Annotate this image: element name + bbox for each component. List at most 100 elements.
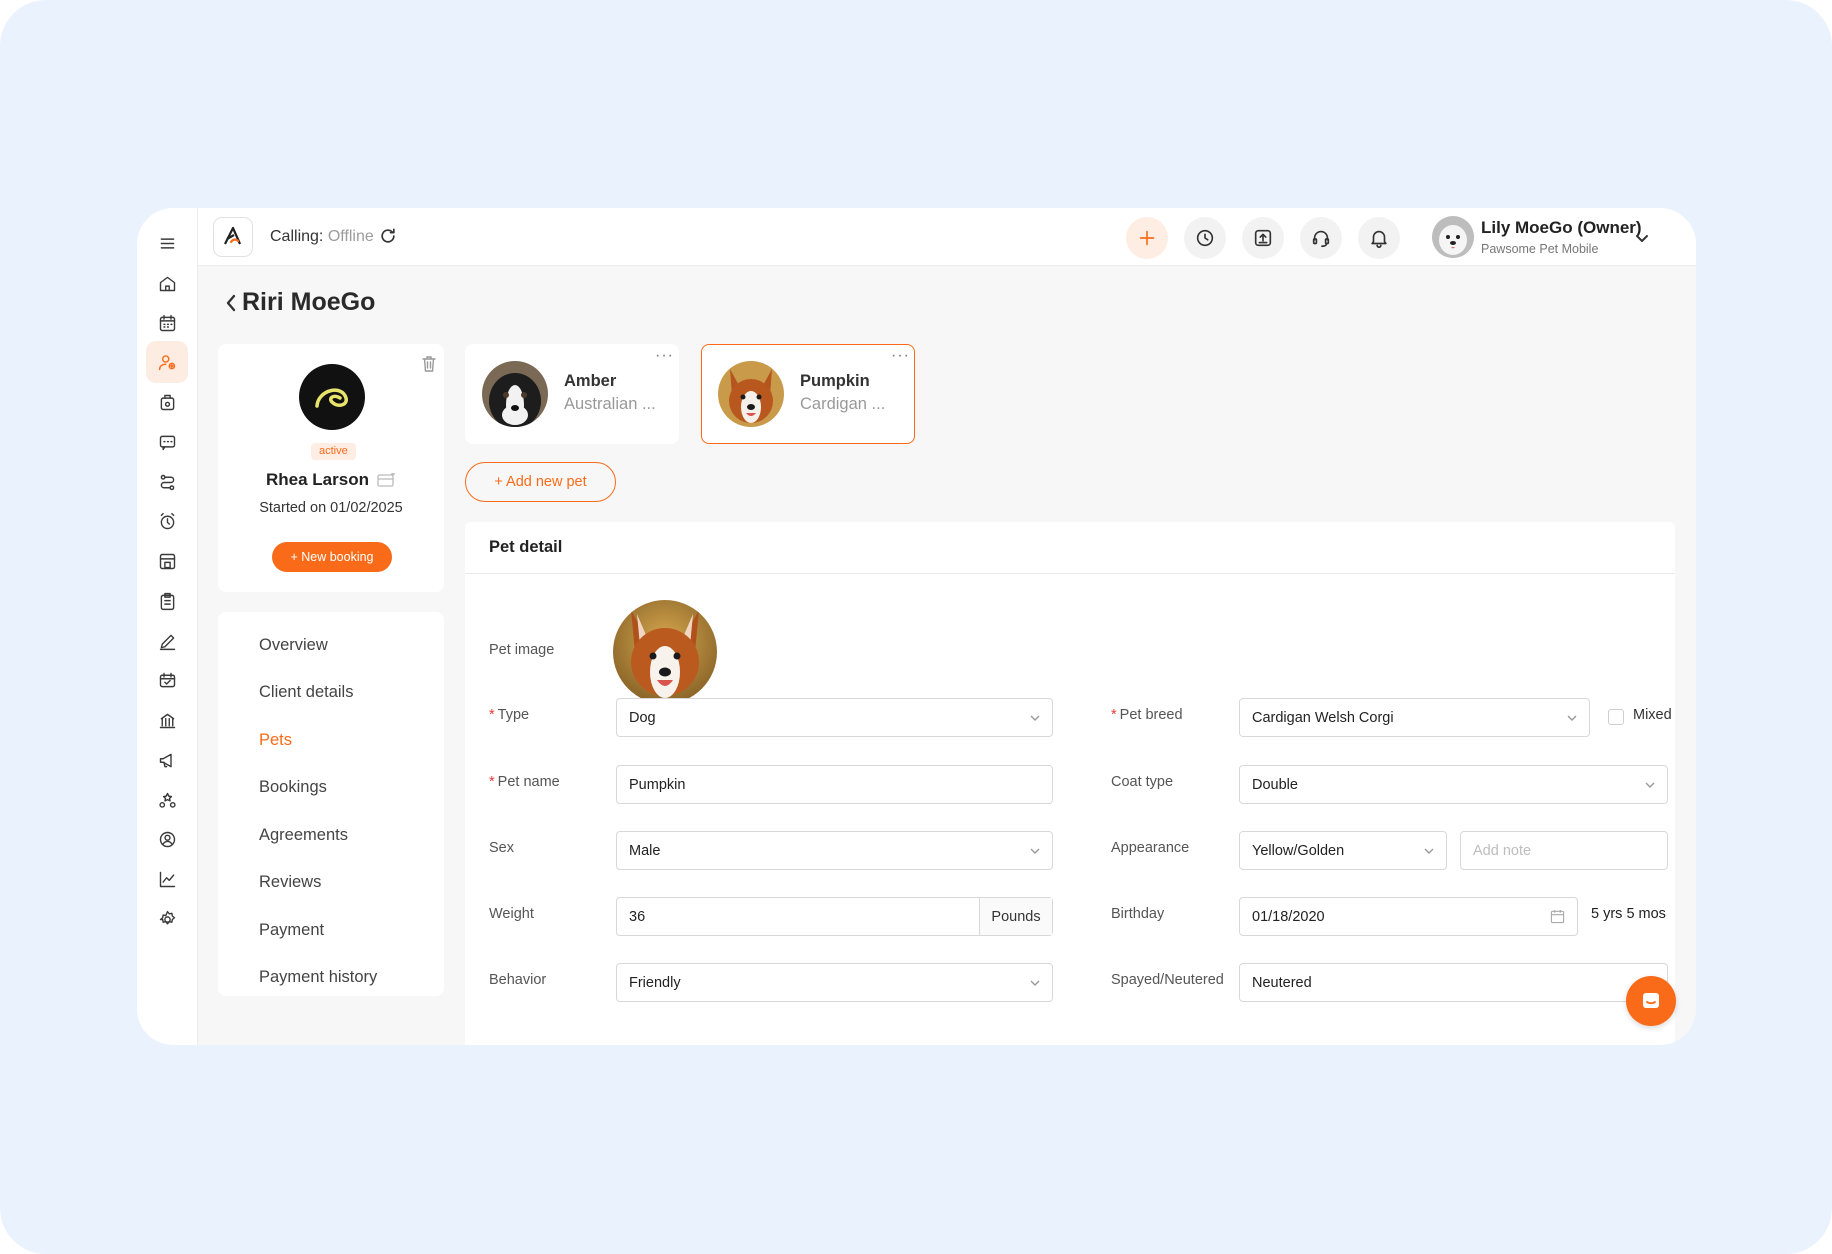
back-arrow-icon[interactable] bbox=[223, 293, 239, 313]
behavior-select[interactable]: Friendly bbox=[616, 963, 1053, 1002]
more-options-icon[interactable]: ··· bbox=[655, 347, 674, 365]
pet-photo-amber bbox=[482, 361, 548, 427]
calendar-icon[interactable] bbox=[146, 302, 188, 344]
breed-select[interactable]: Cardigan Welsh Corgi bbox=[1239, 698, 1590, 737]
nav-payment[interactable]: Payment bbox=[259, 921, 324, 940]
awards-icon[interactable] bbox=[146, 779, 188, 821]
nav-reviews[interactable]: Reviews bbox=[259, 873, 321, 892]
route-icon[interactable] bbox=[146, 461, 188, 503]
client-card: active Rhea Larson Started on 01/02/2025… bbox=[218, 344, 444, 592]
pet-photo-pumpkin bbox=[718, 361, 784, 427]
quick-add-button[interactable] bbox=[1126, 217, 1168, 259]
weight-value: 36 bbox=[629, 908, 646, 925]
pets-bag-icon[interactable] bbox=[146, 381, 188, 423]
pet-card-amber[interactable]: Amber Australian ... ··· bbox=[465, 344, 679, 444]
birthday-label: Birthday bbox=[1111, 906, 1165, 922]
dog-avatar-icon bbox=[1432, 216, 1474, 258]
upload-icon bbox=[1254, 229, 1272, 247]
pet-name-value: Pumpkin bbox=[629, 776, 686, 793]
chevron-down-icon[interactable] bbox=[1634, 230, 1650, 246]
chat-icon bbox=[1643, 993, 1659, 1008]
new-booking-button[interactable]: + New booking bbox=[272, 542, 392, 572]
sex-select[interactable]: Male bbox=[616, 831, 1053, 870]
appearance-note-input[interactable]: Add note bbox=[1460, 831, 1668, 870]
chevron-down-icon bbox=[1030, 715, 1040, 721]
client-logo-icon bbox=[315, 388, 348, 408]
menu-icon[interactable] bbox=[146, 222, 188, 264]
appearance-label: Appearance bbox=[1111, 840, 1190, 856]
top-bar: Calling: Offline Lily MoeGo (Owner) Paws… bbox=[198, 208, 1696, 266]
type-select[interactable]: Dog bbox=[616, 698, 1053, 737]
nav-pets[interactable]: Pets bbox=[259, 731, 292, 750]
megaphone-icon[interactable] bbox=[146, 739, 188, 781]
app-logo[interactable] bbox=[213, 217, 253, 257]
type-value: Dog bbox=[629, 709, 656, 726]
user-name[interactable]: Lily MoeGo (Owner) bbox=[1481, 218, 1642, 238]
more-options-icon[interactable]: ··· bbox=[891, 347, 910, 365]
clipboard-icon[interactable] bbox=[146, 580, 188, 622]
appearance-note-placeholder: Add note bbox=[1473, 842, 1532, 859]
birthday-picker[interactable]: 01/18/2020 bbox=[1239, 897, 1578, 936]
clients-icon[interactable] bbox=[146, 341, 188, 383]
coat-type-value: Double bbox=[1252, 776, 1298, 793]
weight-label: Weight bbox=[489, 906, 534, 922]
pet-name-input[interactable]: Pumpkin bbox=[616, 765, 1053, 804]
plus-icon bbox=[1139, 230, 1155, 246]
history-button[interactable] bbox=[1184, 217, 1226, 259]
grooming-icon[interactable] bbox=[146, 540, 188, 582]
type-label: * Type bbox=[489, 707, 530, 723]
user-avatar[interactable] bbox=[1432, 216, 1474, 258]
breed-value: Cardigan Welsh Corgi bbox=[1252, 709, 1394, 726]
ticket-icon[interactable] bbox=[146, 659, 188, 701]
user-circle-icon[interactable] bbox=[146, 818, 188, 860]
home-icon[interactable] bbox=[146, 262, 188, 304]
nav-client-details[interactable]: Client details bbox=[259, 683, 353, 702]
card-icon[interactable] bbox=[377, 472, 396, 488]
pet-card-breed: Cardigan ... bbox=[800, 395, 886, 413]
chevron-down-icon bbox=[1424, 848, 1434, 854]
behavior-label: Behavior bbox=[489, 972, 547, 988]
notifications-button[interactable] bbox=[1358, 217, 1400, 259]
nav-bookings[interactable]: Bookings bbox=[259, 778, 327, 797]
chevron-down-icon bbox=[1645, 782, 1655, 788]
alarm-icon[interactable] bbox=[146, 500, 188, 542]
mixed-checkbox[interactable] bbox=[1608, 709, 1624, 725]
settings-icon[interactable] bbox=[146, 898, 188, 940]
moego-logo-icon bbox=[224, 226, 242, 245]
pet-age: 5 yrs 5 mos bbox=[1591, 906, 1666, 922]
mixed-label: Mixed bbox=[1633, 707, 1672, 723]
add-new-pet-button[interactable]: + Add new pet bbox=[465, 462, 616, 502]
chart-icon[interactable] bbox=[146, 858, 188, 900]
sex-label: Sex bbox=[489, 840, 514, 856]
spayed-neutered-select[interactable]: Neutered bbox=[1239, 963, 1668, 1002]
client-avatar bbox=[299, 364, 365, 430]
chat-button[interactable] bbox=[1626, 976, 1676, 1026]
support-button[interactable] bbox=[1300, 217, 1342, 259]
message-icon[interactable] bbox=[146, 421, 188, 463]
coat-type-select[interactable]: Double bbox=[1239, 765, 1668, 804]
behavior-value: Friendly bbox=[629, 974, 681, 991]
edit-icon[interactable] bbox=[146, 620, 188, 662]
client-name: Rhea Larson bbox=[266, 470, 369, 489]
weight-input[interactable]: 36 Pounds bbox=[616, 897, 1053, 936]
chevron-down-icon bbox=[1567, 715, 1577, 721]
pet-card-name: Amber bbox=[564, 372, 617, 390]
pet-card-pumpkin[interactable]: Pumpkin Cardigan ... ··· bbox=[701, 344, 915, 444]
building-icon[interactable] bbox=[146, 699, 188, 741]
nav-payment-history[interactable]: Payment history bbox=[259, 968, 377, 987]
pet-detail-header: Pet detail bbox=[465, 522, 1675, 574]
pet-name-label: * Pet name bbox=[489, 774, 560, 790]
headset-icon bbox=[1312, 230, 1330, 248]
upload-button[interactable] bbox=[1242, 217, 1284, 259]
page-title: Riri MoeGo bbox=[242, 288, 376, 316]
nav-overview[interactable]: Overview bbox=[259, 636, 328, 655]
pet-image[interactable] bbox=[613, 600, 717, 704]
calendar-icon bbox=[1550, 909, 1565, 924]
nav-agreements[interactable]: Agreements bbox=[259, 826, 348, 845]
trash-icon[interactable] bbox=[421, 355, 437, 373]
coat-type-label: Coat type bbox=[1111, 774, 1174, 790]
appearance-select[interactable]: Yellow/Golden bbox=[1239, 831, 1447, 870]
calling-status: Calling: Offline bbox=[270, 228, 374, 246]
chevron-down-icon bbox=[1030, 980, 1040, 986]
refresh-icon[interactable] bbox=[378, 226, 398, 246]
